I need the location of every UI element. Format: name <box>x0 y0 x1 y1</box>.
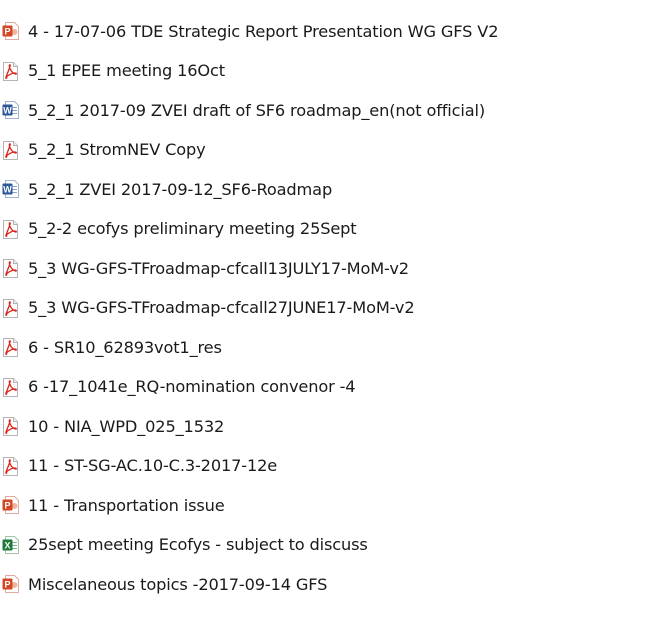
file-item[interactable]: 5_3 WG-GFS-TFroadmap-cfcall27JUNE17-MoM-… <box>2 289 662 329</box>
file-item[interactable]: 6 -17_1041e_RQ-nomination convenor -4 <box>2 368 662 408</box>
file-item[interactable]: 5_1 EPEE meeting 16Oct <box>2 52 662 92</box>
file-item[interactable]: W 5_2_1 ZVEI 2017-09-12_SF6-Roadmap <box>2 170 662 210</box>
svg-text:P: P <box>4 580 10 590</box>
pdf-file-icon <box>2 61 19 81</box>
file-name: 10 - NIA_WPD_025_1532 <box>28 416 225 436</box>
file-name: 5_2_1 StromNEV Copy <box>28 140 206 160</box>
svg-text:X: X <box>4 540 10 550</box>
file-name: 5_2_1 ZVEI 2017-09-12_SF6-Roadmap <box>28 179 333 199</box>
file-item[interactable]: P Miscelaneous topics -2017-09-14 GFS <box>2 565 662 605</box>
svg-text:P: P <box>4 27 10 37</box>
file-name: 5_1 EPEE meeting 16Oct <box>28 61 225 81</box>
file-name: 11 - Transportation issue <box>28 495 225 515</box>
pdf-file-icon <box>2 456 19 476</box>
file-item[interactable]: W 5_2_1 2017-09 ZVEI draft of SF6 roadma… <box>2 91 662 131</box>
pdf-file-icon <box>2 338 19 358</box>
word-file-icon: W <box>2 180 19 199</box>
file-name: 5_3 WG-GFS-TFroadmap-cfcall13JULY17-MoM-… <box>28 258 409 278</box>
powerpoint-file-icon: P <box>2 22 19 41</box>
file-item[interactable]: 5_2_1 StromNEV Copy <box>2 131 662 171</box>
powerpoint-file-icon: P <box>2 496 19 515</box>
file-item[interactable]: P 11 - Transportation issue <box>2 486 662 526</box>
pdf-file-icon <box>2 259 19 279</box>
file-item[interactable]: 5_2-2 ecofys preliminary meeting 25Sept <box>2 210 662 250</box>
file-name: 4 - 17-07-06 TDE Strategic Report Presen… <box>28 21 499 41</box>
file-name: 25sept meeting Ecofys - subject to discu… <box>28 535 368 555</box>
pdf-file-icon <box>2 219 19 239</box>
excel-file-icon: X <box>2 535 19 555</box>
svg-text:W: W <box>3 185 12 195</box>
svg-text:P: P <box>4 501 10 511</box>
svg-text:W: W <box>3 106 12 116</box>
file-list: P 4 - 17-07-06 TDE Strategic Report Pres… <box>2 0 662 605</box>
file-item[interactable]: X 25sept meeting Ecofys - subject to dis… <box>2 526 662 566</box>
word-file-icon: W <box>2 101 19 120</box>
pdf-file-icon <box>2 298 19 318</box>
file-name: 5_2-2 ecofys preliminary meeting 25Sept <box>28 219 357 239</box>
file-name: Miscelaneous topics -2017-09-14 GFS <box>28 574 328 594</box>
file-name: 11 - ST-SG-AC.10-C.3-2017-12e <box>28 456 278 476</box>
file-item[interactable]: 10 - NIA_WPD_025_1532 <box>2 407 662 447</box>
powerpoint-file-icon: P <box>2 575 19 594</box>
file-name: 5_2_1 2017-09 ZVEI draft of SF6 roadmap_… <box>28 100 486 120</box>
file-item[interactable]: 11 - ST-SG-AC.10-C.3-2017-12e <box>2 447 662 487</box>
file-item[interactable]: 6 - SR10_62893vot1_res <box>2 328 662 368</box>
file-name: 5_3 WG-GFS-TFroadmap-cfcall27JUNE17-MoM-… <box>28 298 415 318</box>
file-item[interactable]: 5_3 WG-GFS-TFroadmap-cfcall13JULY17-MoM-… <box>2 249 662 289</box>
pdf-file-icon <box>2 140 19 160</box>
file-item[interactable]: P 4 - 17-07-06 TDE Strategic Report Pres… <box>2 12 662 52</box>
pdf-file-icon <box>2 417 19 437</box>
file-name: 6 - SR10_62893vot1_res <box>28 337 222 357</box>
file-name: 6 -17_1041e_RQ-nomination convenor -4 <box>28 377 356 397</box>
pdf-file-icon <box>2 377 19 397</box>
